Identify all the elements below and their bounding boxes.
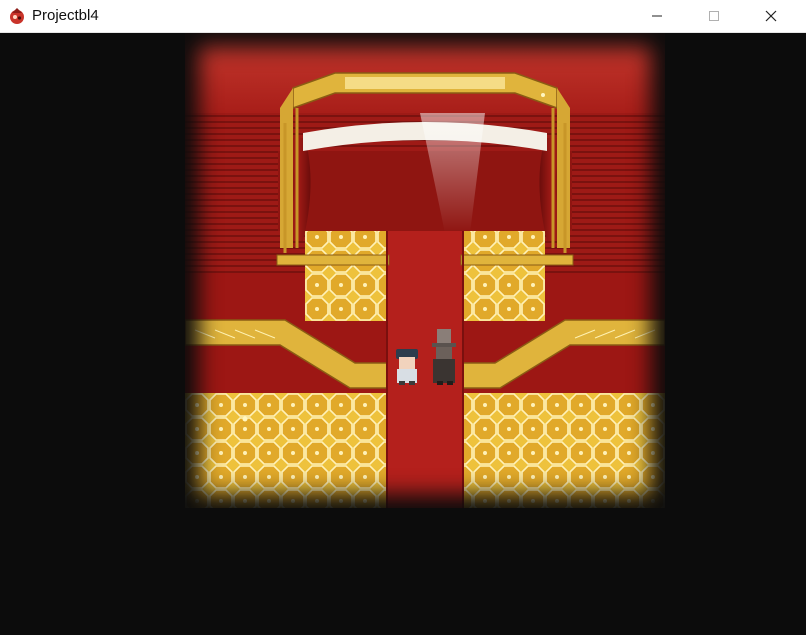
close-icon — [765, 10, 777, 22]
theater-scene[interactable] — [185, 33, 665, 508]
left-upper-platform — [305, 231, 387, 321]
right-upper-platform — [463, 231, 545, 321]
minimize-icon — [652, 15, 662, 17]
balcony-frieze — [345, 77, 505, 89]
sparkle-particle — [541, 93, 545, 97]
balcony-floor — [278, 151, 572, 231]
app-icon — [10, 8, 24, 24]
window-title: Projectbl4 — [32, 7, 99, 24]
right-lower-floor — [463, 393, 665, 508]
close-button[interactable] — [748, 0, 794, 32]
maximize-button[interactable] — [691, 0, 737, 32]
left-lower-floor — [185, 393, 387, 508]
game-viewport[interactable] — [3, 33, 803, 632]
title-bar[interactable]: Projectbl4 — [0, 0, 806, 33]
minimize-button[interactable] — [634, 0, 680, 32]
sparkle-particle — [242, 416, 248, 422]
hero-sprite[interactable] — [396, 349, 418, 385]
maximize-icon — [709, 11, 719, 21]
